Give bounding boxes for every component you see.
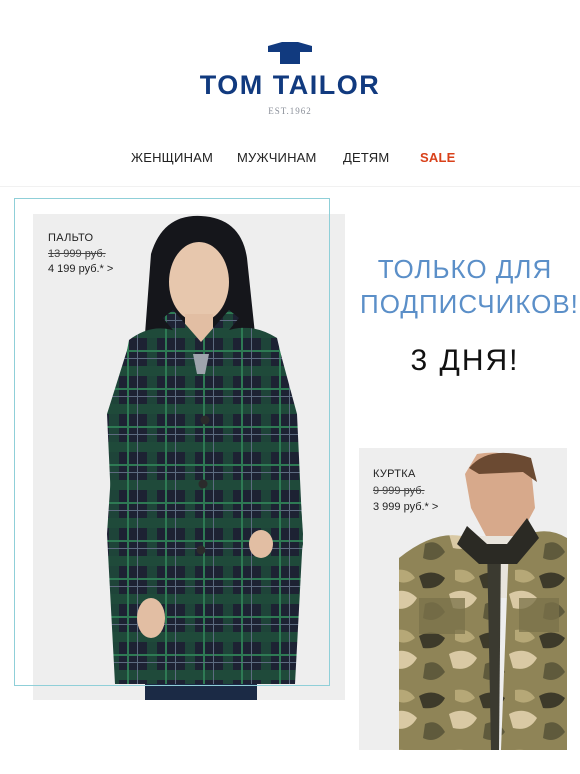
header: TOM TAILOR EST.1962: [0, 0, 580, 130]
jacket-old-price: 9 999 руб.: [373, 485, 425, 497]
nav-kids[interactable]: ДЕТЯМ: [343, 150, 389, 165]
nav-men[interactable]: МУЖЧИНАМ: [237, 150, 317, 165]
header-divider: [0, 186, 580, 187]
main-nav: ЖЕНЩИНАМ МУЖЧИНАМ ДЕТЯМ SALE: [0, 150, 580, 170]
brand-established: EST.1962: [268, 106, 312, 116]
promo-line-2: ПОДПИСЧИКОВ!: [360, 289, 579, 319]
jacket-product-card[interactable]: КУРТКА 9 999 руб. 3 999 руб.* >: [359, 448, 567, 750]
nav-women[interactable]: ЖЕНЩИНАМ: [131, 150, 213, 165]
promo-duration: 3 ДНЯ!: [410, 344, 520, 377]
promo-line-1: ТОЛЬКО ДЛЯ: [377, 254, 553, 284]
tshirt-logo-icon[interactable]: [266, 42, 314, 64]
coat-card-frame: [14, 198, 330, 686]
jacket-new-price[interactable]: 3 999 руб.* >: [373, 501, 438, 513]
nav-sale[interactable]: SALE: [420, 150, 455, 165]
jacket-name[interactable]: КУРТКА: [373, 468, 416, 480]
brand-logo[interactable]: TOM TAILOR: [0, 70, 580, 101]
